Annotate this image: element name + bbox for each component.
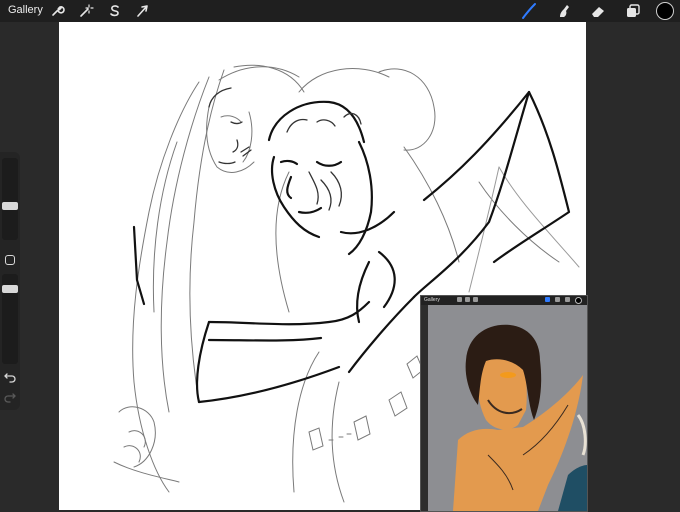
brush-icon[interactable]	[520, 2, 538, 20]
reference-eraser-icon	[565, 297, 570, 302]
selection-s-icon[interactable]	[106, 2, 124, 20]
wrench-icon[interactable]	[48, 2, 66, 20]
brush-size-slider[interactable]	[2, 158, 18, 240]
color-picker-button[interactable]	[656, 2, 674, 20]
left-sidebar	[0, 152, 20, 410]
redo-icon[interactable]	[3, 390, 17, 404]
eraser-icon[interactable]	[589, 2, 607, 20]
brush-size-thumb[interactable]	[2, 202, 18, 211]
opacity-thumb[interactable]	[2, 285, 18, 293]
smudge-icon[interactable]	[555, 2, 573, 20]
reference-sidebar	[421, 305, 428, 511]
reference-smudge-icon	[555, 297, 560, 302]
top-toolbar: Gallery	[0, 0, 680, 22]
reference-painting	[428, 305, 587, 511]
modify-square-icon[interactable]	[5, 255, 15, 265]
layers-icon[interactable]	[624, 2, 642, 20]
reference-selection-icon	[473, 297, 478, 302]
reference-gallery-label: Gallery	[424, 297, 440, 303]
reference-color-icon	[575, 297, 582, 304]
gallery-button[interactable]: Gallery	[8, 4, 43, 16]
reference-wand-icon	[465, 297, 470, 302]
reference-toolbar: Gallery	[421, 296, 587, 305]
reference-window[interactable]: Gallery	[420, 295, 588, 512]
undo-icon[interactable]	[3, 370, 17, 384]
magic-wand-icon[interactable]	[77, 2, 95, 20]
reference-wrench-icon	[457, 297, 462, 302]
reference-brush-icon	[545, 297, 550, 302]
transform-arrow-icon[interactable]	[134, 2, 152, 20]
